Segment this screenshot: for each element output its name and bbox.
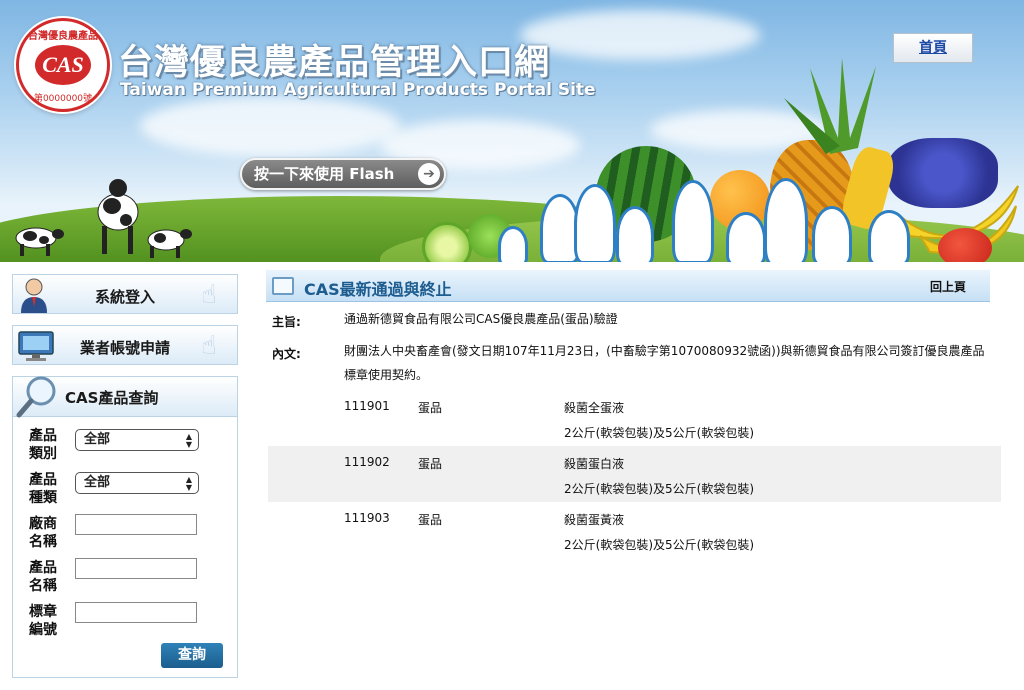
table-row: 111903 蛋品 殺菌蛋黃液 2公斤(軟袋包裝)及5公斤(軟袋包裝): [268, 502, 1001, 558]
kid-icon: [616, 206, 654, 262]
category-select-value: 全部: [84, 432, 111, 447]
body-text-line1: 財團法人中央畜產會(發文日期107年11月23日，(中畜驗字第107008093…: [344, 344, 985, 358]
search-panel-title: CAS產品查詢: [65, 389, 159, 407]
cow-icon: [15, 227, 64, 256]
category-select[interactable]: 全部 ▲ ▼: [75, 429, 199, 451]
product-category: 蛋品: [418, 457, 443, 471]
cloud: [520, 10, 760, 60]
product-code: 111903: [344, 511, 390, 525]
product-name-input[interactable]: [75, 558, 197, 579]
chevron-updown-icon: ▲ ▼: [185, 475, 192, 492]
login-button[interactable]: 系統登入 ☝: [12, 274, 238, 314]
flash-button[interactable]: 按一下來使用 Flash ➔: [240, 158, 446, 190]
home-link[interactable]: 首頁: [893, 33, 973, 63]
content-header: CAS最新通過與終止 回上頁: [266, 270, 990, 302]
kid-icon: [498, 226, 528, 262]
header-banner: 台灣優良農產品 CAS 第0000000號 台灣優良農產品管理入口網 Taiwa…: [0, 0, 1024, 262]
product-name: 殺菌全蛋液: [564, 401, 625, 415]
kid-icon: [812, 206, 852, 262]
apply-account-button[interactable]: 業者帳號申請 ☝: [12, 325, 238, 365]
product-category: 蛋品: [418, 401, 443, 415]
body-label: 內文:: [272, 347, 301, 361]
type-select[interactable]: 全部 ▲ ▼: [75, 472, 199, 494]
chevron-updown-icon: ▲ ▼: [185, 432, 192, 449]
tomato-icon: [938, 228, 992, 262]
logo-ring-text: 台灣優良農產品: [28, 31, 98, 42]
pointer-hand-icon: ☝: [201, 331, 217, 361]
product-name: 殺菌蛋白液: [564, 457, 625, 471]
table-row: 111901 蛋品 殺菌全蛋液 2公斤(軟袋包裝)及5公斤(軟袋包裝): [268, 392, 1001, 448]
kid-icon: [672, 180, 714, 262]
label-number-label: 標章 編號: [29, 604, 57, 638]
logo-number: 第0000000號: [33, 94, 93, 104]
type-select-value: 全部: [84, 475, 111, 490]
cas-logo: 台灣優良農產品 CAS 第0000000號: [16, 18, 110, 112]
magnifier-icon: [16, 376, 56, 418]
kid-icon: [764, 178, 808, 262]
product-code: 111901: [344, 399, 390, 413]
vendor-name-input[interactable]: [75, 514, 197, 535]
subject-text: 通過新德貿食品有限公司CAS優良農產品(蛋品)驗證: [344, 312, 618, 326]
product-spec: 2公斤(軟袋包裝)及5公斤(軟袋包裝): [564, 426, 754, 440]
cloud: [140, 96, 400, 156]
product-spec: 2公斤(軟袋包裝)及5公斤(軟袋包裝): [564, 482, 754, 496]
category-label: 產品 類別: [29, 428, 57, 462]
label-number-input[interactable]: [75, 602, 197, 623]
product-name-label: 產品 名稱: [29, 560, 57, 594]
product-spec: 2公斤(軟袋包裝)及5公斤(軟袋包裝): [564, 538, 754, 552]
vendor-name-label: 廠商 名稱: [29, 516, 57, 550]
monitor-icon: [272, 277, 294, 295]
search-panel-header: CAS產品查詢: [13, 376, 237, 418]
product-name: 殺菌蛋黃液: [564, 513, 625, 527]
kid-icon: [574, 184, 616, 262]
site-title: 台灣優良農產品管理入口網: [118, 43, 551, 83]
type-label: 產品 種類: [29, 472, 57, 506]
logo-mark: CAS: [35, 45, 91, 85]
site-subtitle: Taiwan Premium Agricultural Products Por…: [120, 80, 596, 100]
kid-icon: [868, 210, 910, 262]
body-text-line2: 標章使用契約。: [344, 368, 429, 382]
back-link[interactable]: 回上頁: [930, 278, 966, 295]
arrow-right-icon: ➔: [418, 163, 440, 185]
product-category: 蛋品: [418, 513, 443, 527]
cow-icon: [147, 229, 192, 258]
pineapple-leaves-icon: [784, 58, 876, 154]
subject-label: 主旨:: [272, 315, 301, 329]
product-code: 111902: [344, 455, 390, 469]
cas-search-panel: CAS產品查詢 產品 類別 全部 ▲ ▼ 產品 種類 全部 ▲ ▼ 廠商 名稱 產品 名稱 …: [12, 376, 238, 678]
page-title: CAS最新通過與終止: [304, 280, 452, 299]
kid-icon: [726, 212, 766, 262]
query-button[interactable]: 查詢: [161, 643, 223, 668]
flash-button-label: 按一下來使用 Flash: [254, 165, 395, 183]
pointer-hand-icon: ☝: [201, 280, 217, 310]
table-row: 111902 蛋品 殺菌蛋白液 2公斤(軟袋包裝)及5公斤(軟袋包裝): [268, 446, 1001, 502]
